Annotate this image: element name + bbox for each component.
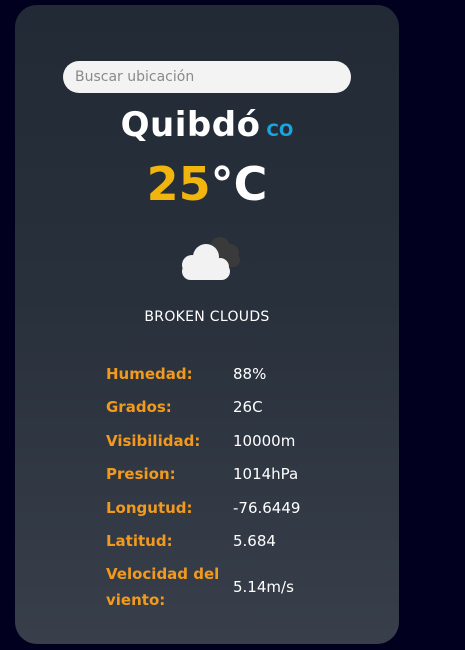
country-code: CO	[266, 121, 294, 141]
detail-label: Visibilidad:	[106, 431, 201, 450]
detail-value: 5.684	[233, 532, 276, 551]
detail-label: Presion:	[106, 465, 176, 484]
city-name: Quibdó	[120, 105, 261, 145]
detail-value: 10000m	[233, 431, 296, 450]
detail-row-pressure: Presion: 1014hPa	[106, 458, 386, 492]
detail-label: Latitud:	[106, 532, 173, 551]
location-heading: Quibdó CO	[15, 105, 399, 145]
broken-clouds-icon	[182, 237, 240, 280]
detail-row-humidity: Humedad: 88%	[106, 357, 386, 391]
temperature-unit: °C	[210, 157, 268, 211]
detail-row-degrees: Grados: 26C	[106, 391, 386, 425]
detail-label: Grados:	[106, 398, 172, 417]
search-input[interactable]	[63, 61, 351, 93]
weather-description: BROKEN CLOUDS	[144, 309, 270, 325]
detail-value: -76.6449	[233, 498, 301, 517]
detail-row-latitude: Latitud: 5.684	[106, 525, 386, 559]
detail-label: Humedad:	[106, 364, 193, 383]
weather-details: Humedad: 88% Grados: 26C Visibilidad: 10…	[106, 357, 386, 616]
temperature-value: 25	[146, 157, 211, 211]
temperature-display: 25°C	[15, 157, 399, 212]
detail-row-visibility: Visibilidad: 10000m	[106, 424, 386, 458]
detail-row-wind-speed: Velocidad del viento: 5.14m/s	[106, 558, 386, 616]
detail-row-longitude: Longutud: -76.6449	[106, 491, 386, 525]
detail-value: 88%	[233, 364, 267, 383]
detail-label: Longutud:	[106, 498, 193, 517]
weather-card: QuibdóCO 25°C BROKEN CLOUDS Humedad: 88%…	[15, 5, 399, 644]
detail-label: Velocidad del viento:	[106, 565, 220, 609]
detail-value: 1014hPa	[233, 465, 299, 484]
detail-value: 5.14m/s	[233, 578, 294, 596]
detail-value: 26C	[233, 398, 263, 417]
